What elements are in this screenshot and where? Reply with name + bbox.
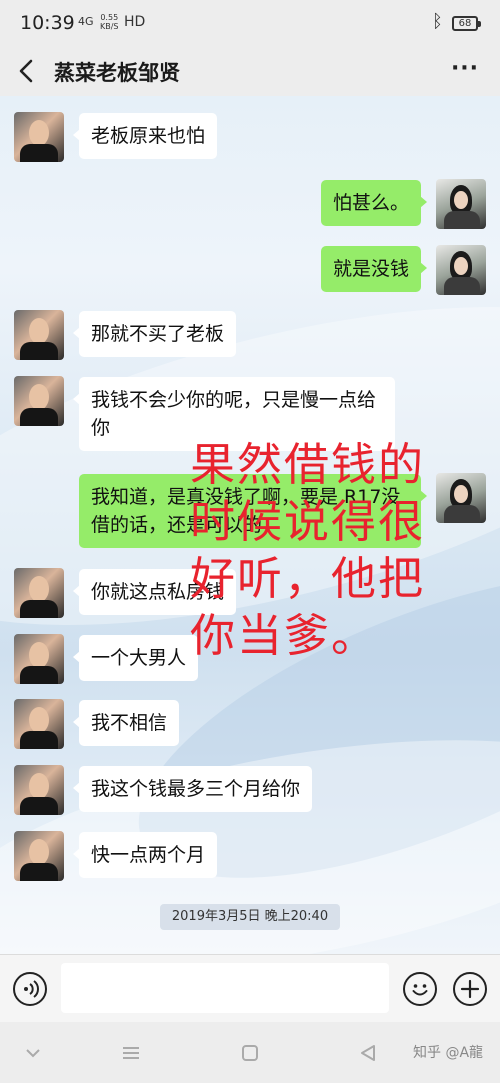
menu-icon[interactable] (120, 1042, 142, 1064)
contact-avatar[interactable] (14, 634, 64, 684)
overlay-line: 你当爹。 (190, 609, 379, 662)
battery-icon: 68 (452, 16, 481, 31)
status-time: 10:39 (20, 12, 75, 34)
voice-input-icon[interactable] (13, 972, 47, 1006)
bluetooth-icon: ᛒ (432, 11, 443, 32)
contact-avatar[interactable] (14, 376, 64, 426)
network-speed-value: 0.55 (100, 13, 119, 22)
watermark: 知乎 @A龍 (413, 1045, 484, 1061)
contact-avatar[interactable] (14, 699, 64, 749)
input-bar (0, 954, 500, 1022)
contact-avatar[interactable] (14, 310, 64, 360)
network-speed-unit: KB/S (100, 22, 119, 31)
message-bubble-incoming[interactable]: 我这个钱最多三个月给你 (72, 766, 313, 812)
back-triangle-icon[interactable] (357, 1042, 379, 1064)
message-timestamp: 2019年3月5日 晚上20:40 (160, 904, 340, 930)
overlay-line: 好听，他把 (190, 552, 426, 605)
chat-header: 蒸菜老板邹贤 ··· (0, 46, 500, 96)
chevron-down-icon[interactable] (22, 1042, 44, 1064)
self-avatar[interactable] (436, 179, 486, 229)
status-bar: 10:39 4G 0.55 KB/S HD ᛒ 68 (0, 0, 500, 46)
message-bubble-incoming[interactable]: 那就不买了老板 (72, 311, 237, 357)
back-arrow-icon[interactable] (16, 58, 40, 84)
network-indicator: 4G (78, 15, 94, 28)
message-bubble-incoming[interactable]: 老板原来也怕 (72, 113, 218, 159)
contact-avatar[interactable] (14, 765, 64, 815)
overlay-line: 时候说得很 (190, 495, 426, 548)
contact-avatar[interactable] (14, 831, 64, 881)
self-avatar[interactable] (436, 245, 486, 295)
emoji-icon[interactable] (403, 972, 437, 1006)
chat-title: 蒸菜老板邹贤 (54, 61, 180, 85)
home-icon[interactable] (239, 1042, 261, 1064)
message-input[interactable] (61, 963, 389, 1013)
message-bubble-outgoing[interactable]: 怕甚么。 (320, 180, 428, 226)
message-bubble-outgoing[interactable]: 就是没钱 (320, 246, 428, 292)
more-options-icon[interactable]: ··· (450, 56, 480, 82)
system-nav-bar: 知乎 @A龍 (0, 1022, 500, 1083)
add-attachment-icon[interactable] (453, 972, 487, 1006)
message-bubble-incoming[interactable]: 快一点两个月 (72, 832, 218, 878)
hd-indicator: HD (124, 14, 146, 30)
contact-avatar[interactable] (14, 568, 64, 618)
overlay-line: 果然借钱的 (190, 438, 426, 491)
message-bubble-incoming[interactable]: 一个大男人 (72, 635, 199, 681)
message-bubble-incoming[interactable]: 我不相信 (72, 700, 180, 746)
overlay-annotation: 果然借钱的 时候说得很 好听，他把 你当爹。 (190, 436, 500, 664)
contact-avatar[interactable] (14, 112, 64, 162)
network-speed: 0.55 KB/S (100, 13, 119, 31)
